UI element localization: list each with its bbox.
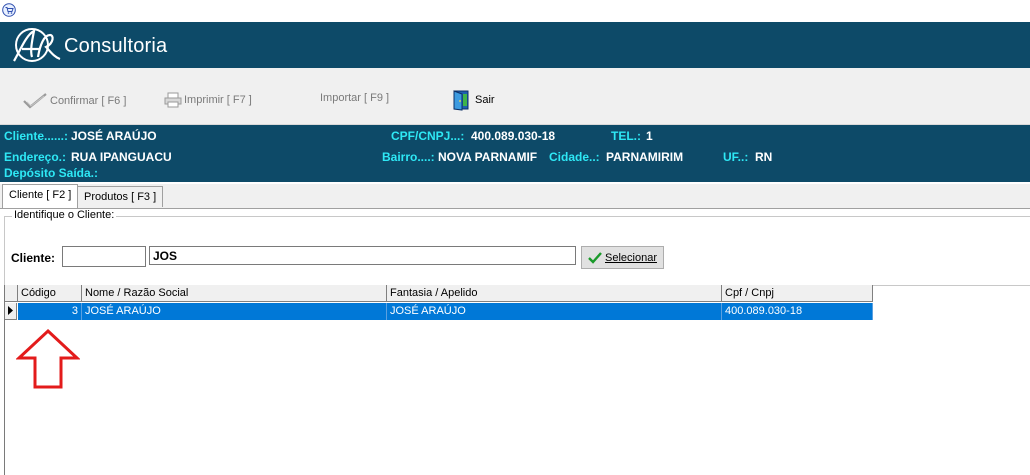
green-check-icon [588, 251, 602, 264]
row-pointer-icon [8, 306, 13, 315]
confirm-button[interactable]: Confirmar [ F6 ] [22, 92, 126, 110]
client-tab-content: Identifique o Cliente: Cliente: JOS Sele… [0, 208, 1030, 475]
client-info-panel: Cliente......: JOSÉ ARAÚJO CPF/CNPJ...: … [0, 125, 1030, 182]
cidade-label: Cidade..: [549, 150, 600, 164]
printer-icon [164, 92, 182, 108]
cell-nome[interactable]: JOSÉ ARAÚJO [82, 303, 387, 320]
door-exit-icon [453, 90, 469, 111]
print-label: Imprimir [ F7 ] [184, 94, 252, 106]
header-banner: Consultoria [0, 22, 1030, 68]
exit-button[interactable]: Sair [451, 89, 495, 111]
checkmark-icon [23, 93, 47, 109]
toolbar: Confirmar [ F6 ] Imprimir [ F7 ] Importa… [0, 68, 1030, 125]
select-button[interactable]: Selecionar [581, 246, 664, 269]
cpf-label: CPF/CNPJ...: [391, 129, 465, 143]
client-name-input[interactable]: JOS [149, 246, 576, 265]
column-header-fantasia[interactable]: Fantasia / Apelido [387, 285, 722, 302]
bairro-value: NOVA PARNAMIF [438, 150, 538, 164]
confirm-label: Confirmar [ F6 ] [50, 95, 127, 107]
tab-cliente[interactable]: Cliente [ F2 ] [2, 184, 79, 208]
cell-fantasia[interactable]: JOSÉ ARAÚJO [387, 303, 722, 320]
cliente-info-label: Cliente......: [4, 129, 69, 143]
cpf-value: 400.089.030-18 [471, 129, 556, 143]
group-title: Identifique o Cliente: [12, 209, 117, 221]
column-header-nome[interactable]: Nome / Razão Social [82, 285, 387, 302]
up-arrow-annotation-icon [15, 328, 81, 393]
import-button[interactable]: Importar [ F9 ] [320, 92, 389, 104]
ar-logo [10, 25, 62, 68]
cell-cpf[interactable]: 400.089.030-18 [722, 303, 873, 320]
cliente-field-label: Cliente: [11, 251, 56, 265]
tel-value: 1 [646, 129, 653, 143]
endereco-label: Endereço.: [4, 150, 67, 164]
tab-produtos[interactable]: Produtos [ F3 ] [77, 186, 164, 207]
column-header-codigo[interactable]: Código [18, 285, 82, 302]
deposito-label: Depósito Saída.: [4, 166, 99, 180]
print-button[interactable]: Imprimir [ F7 ] [164, 92, 252, 108]
client-grid: Código Nome / Razão Social Fantasia / Ap… [4, 285, 1030, 475]
client-code-input[interactable] [62, 246, 146, 267]
grid-corner [5, 285, 18, 302]
uf-label: UF..: [723, 150, 749, 164]
select-label: Selecionar [605, 251, 657, 264]
import-label: Importar [ F9 ] [320, 92, 390, 104]
cart-app-icon [2, 3, 16, 17]
row-indicator [5, 303, 17, 320]
tel-label: TEL.: [611, 129, 641, 143]
cidade-value: PARNAMIRIM [606, 150, 684, 164]
cell-codigo[interactable]: 3 [18, 303, 82, 320]
tab-bar: Cliente [ F2 ] Produtos [ F3 ] [0, 184, 1030, 209]
exit-label: Sair [475, 94, 495, 106]
uf-value: RN [755, 150, 773, 164]
endereco-value: RUA IPANGUACU [71, 150, 172, 164]
brand-name: Consultoria [64, 35, 168, 57]
column-header-cpf[interactable]: Cpf / Cnpj [722, 285, 873, 302]
cliente-info-value: JOSÉ ARAÚJO [71, 129, 157, 143]
bairro-label: Bairro....: [382, 150, 435, 164]
